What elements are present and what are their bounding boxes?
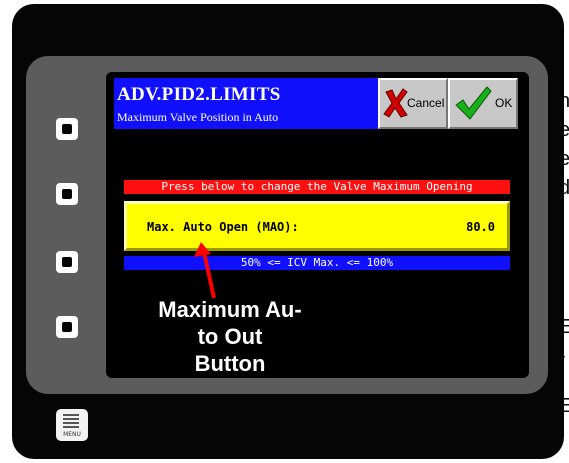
setting-label: Max. Auto Open (MAO): (147, 220, 299, 234)
annotation-line: Button (194, 351, 266, 376)
side-button-4[interactable] (56, 316, 78, 338)
annotation-callout: Maximum Au- to Out Button (130, 296, 330, 377)
page-subtitle: Maximum Valve Position in Auto (117, 110, 279, 124)
page-title: ADV.PID2.LIMITS (117, 84, 281, 105)
range-hint-bar: 50% <= ICV Max. <= 100% (124, 256, 510, 270)
annotation-line: Maximum Au- (158, 297, 302, 322)
menu-button[interactable]: MENU (56, 409, 88, 441)
ok-label: OK (495, 96, 513, 110)
annotation-arrow-icon (194, 242, 216, 299)
green-check-icon (455, 86, 492, 120)
ok-button[interactable]: OK (448, 78, 518, 129)
menu-icon (63, 414, 79, 430)
cancel-button[interactable]: Cancel (378, 78, 448, 129)
red-x-icon (383, 88, 408, 118)
annotation-line: to Out (197, 324, 263, 349)
setting-value: 80.0 (466, 220, 495, 234)
cancel-label: Cancel (407, 96, 445, 110)
instruction-banner: Press below to change the Valve Maximum … (124, 180, 510, 194)
side-button-2[interactable] (56, 183, 78, 205)
menu-label: MENU (63, 431, 81, 438)
side-button-1[interactable] (56, 118, 78, 140)
title-bar: ADV.PID2.LIMITS Maximum Valve Position i… (114, 78, 378, 129)
max-auto-open-button[interactable]: Max. Auto Open (MAO): 80.0 (124, 201, 510, 251)
side-button-3[interactable] (56, 251, 78, 273)
